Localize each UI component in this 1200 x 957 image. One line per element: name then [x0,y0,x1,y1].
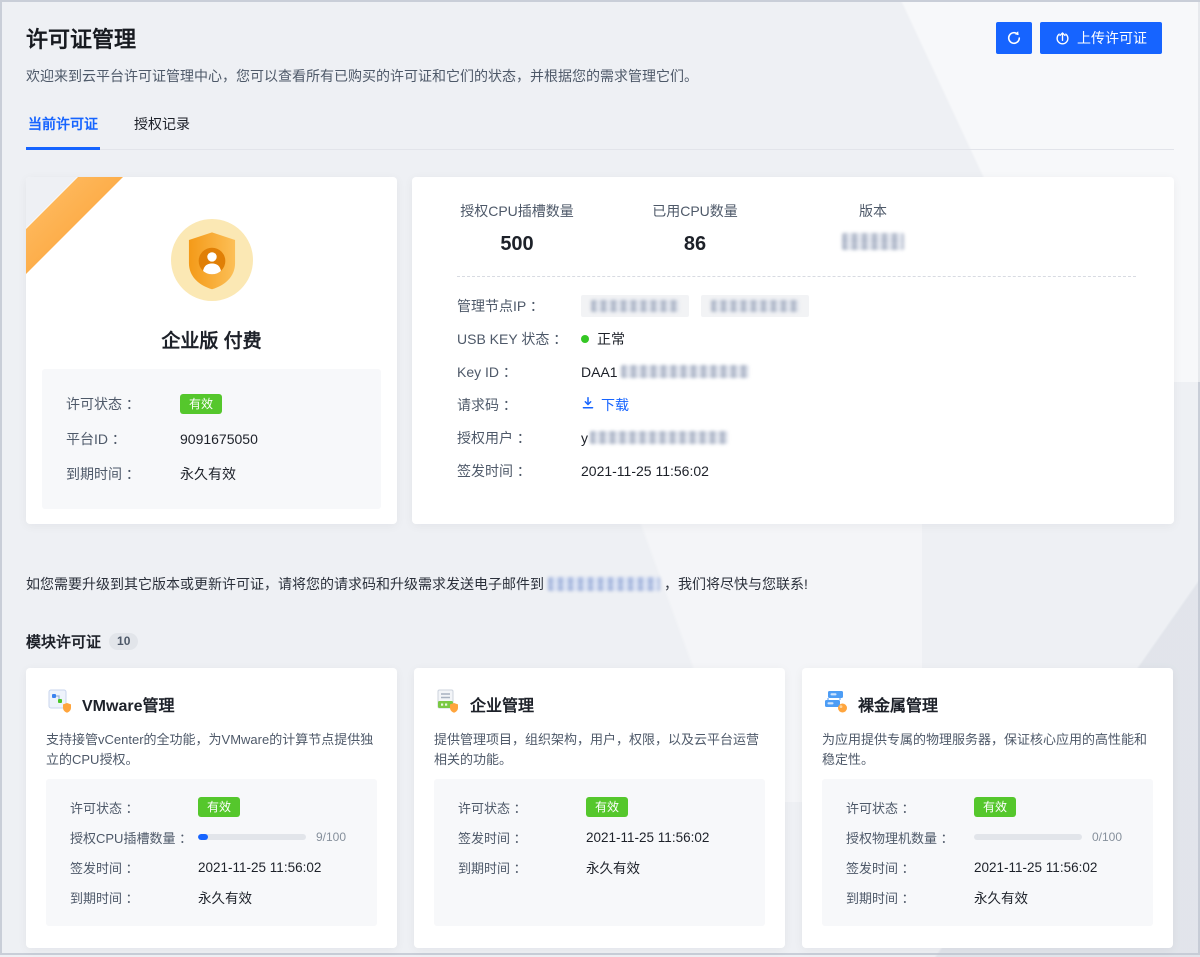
quota-progress-text: 9/100 [316,830,346,844]
download-request-code-link[interactable]: 下载 [581,395,629,415]
license-status-row: 许可状态 有效 [70,792,353,822]
upload-button-label: 上传许可证 [1077,28,1147,48]
platform-id-row: 平台ID 9091675050 [66,421,357,456]
stat-version: 版本 [813,201,933,256]
redacted-ip-value [591,300,679,312]
management-ip-row: 管理节点IP [457,289,1136,322]
module-card-baremetal: 裸金属管理 为应用提供专属的物理服务器，保证核心应用的高性能和稳定性。 许可状态… [802,668,1173,948]
platform-id-value: 9091675050 [180,431,258,447]
license-management-page: 许可证管理 欢迎来到云平台许可证管理中心，您可以查看所有已购买的许可证和它们的状… [2,2,1198,948]
authorized-user-prefix: y [581,430,588,446]
vmware-module-icon [46,688,72,719]
module-panel: 许可状态 有效 签发时间 2021-11-25 11:56:02 到期时间 永久… [434,779,765,926]
module-panel: 许可状态 有效 授权物理机数量 0/100 签发时间 2021-11-25 11… [822,779,1153,926]
status-badge: 有效 [198,797,240,817]
stat-cpu-sockets: 授权CPU插槽数量 500 [457,201,577,256]
request-code-row: 请求码 下载 [457,388,1136,421]
upload-license-button[interactable]: 上传许可证 [1040,22,1162,54]
license-status-row: 许可状态 有效 [66,386,357,421]
usb-key-status-row: USB KEY 状态 正常 [457,322,1136,355]
module-title: 裸金属管理 [858,692,938,716]
redacted-ip-value [711,300,799,312]
module-license-cards: VMware管理 支持接管vCenter的全功能，为VMware的计算节点提供独… [26,668,1174,948]
module-title: VMware管理 [82,692,174,716]
module-card-vmware: VMware管理 支持接管vCenter的全功能，为VMware的计算节点提供独… [26,668,397,948]
quota-row: 授权物理机数量 0/100 [846,822,1129,852]
issue-time-row: 签发时间 2021-11-25 11:56:02 [458,822,741,852]
divider [457,276,1136,277]
status-dot-green [581,335,589,343]
expire-time-row: 到期时间 永久有效 [70,882,353,912]
download-icon [581,396,595,413]
license-status-row: 许可状态 有效 [458,792,741,822]
license-overview-row: 企业版 付费 许可状态 有效 平台ID 9091675050 到期时间 永久有效 [26,177,1174,524]
status-badge: 有效 [974,797,1016,817]
status-badge: 有效 [586,797,628,817]
stat-used-cpu: 已用CPU数量 86 [635,201,755,256]
refresh-icon [1006,30,1022,46]
license-edition: 企业版 付费 [26,326,397,353]
module-title: 企业管理 [470,692,534,716]
upload-icon [1055,31,1070,46]
expire-time-value: 永久有效 [180,464,236,484]
quota-row: 授权CPU插槽数量 9/100 [70,822,353,852]
tab-bar: 当前许可证 授权记录 [26,114,1174,150]
page-subtitle: 欢迎来到云平台许可证管理中心，您可以查看所有已购买的许可证和它们的状态，并根据您… [26,66,1174,86]
key-id-row: Key ID DAA1 [457,355,1136,388]
tab-current-license[interactable]: 当前许可证 [26,114,100,150]
module-licenses-title: 模块许可证 [26,631,101,652]
redacted-user-value [590,431,728,444]
module-count-badge: 10 [109,633,138,650]
usb-key-status-value: 正常 [597,329,625,349]
module-card-enterprise: 企业管理 提供管理项目，组织架构，用户，权限，以及云平台运营相关的功能。 许可状… [414,668,785,948]
license-stats: 授权CPU插槽数量 500 已用CPU数量 86 版本 [457,201,1136,256]
baremetal-module-icon [822,688,848,719]
enterprise-module-icon [434,688,460,719]
authorized-user-row: 授权用户 y [457,421,1136,454]
module-description: 提供管理项目，组织架构，用户，权限，以及云平台运营相关的功能。 [434,730,765,770]
issue-time-value: 2021-11-25 11:56:02 [581,463,709,479]
module-panel: 许可状态 有效 授权CPU插槽数量 9/100 签发时间 2021-11-25 … [46,779,377,926]
license-detail-card: 授权CPU插槽数量 500 已用CPU数量 86 版本 管理节点IP [412,177,1174,524]
redacted-key-id-value [621,365,749,378]
management-ip-tag [701,295,809,317]
issue-time-row: 签发时间 2021-11-25 11:56:02 [846,852,1129,882]
quota-progress-bar [198,834,306,840]
quota-progress-bar [974,834,1082,840]
status-badge: 有效 [180,394,222,414]
module-description: 为应用提供专属的物理服务器，保证核心应用的高性能和稳定性。 [822,730,1153,770]
expire-time-row: 到期时间 永久有效 [458,852,741,882]
license-status-row: 许可状态 有效 [846,792,1129,822]
refresh-button[interactable] [996,22,1032,54]
license-summary-card: 企业版 付费 许可状态 有效 平台ID 9091675050 到期时间 永久有效 [26,177,397,524]
license-summary-panel: 许可状态 有效 平台ID 9091675050 到期时间 永久有效 [42,369,381,509]
upgrade-note: 如您需要升级到其它版本或更新许可证，请将您的请求码和升级需求发送电子邮件到 ，我… [26,574,1174,594]
expire-time-row: 到期时间 永久有效 [846,882,1129,912]
key-id-prefix: DAA1 [581,364,618,380]
redacted-version-value [842,233,904,250]
issue-time-row: 签发时间 2021-11-25 11:56:02 [457,454,1136,487]
redacted-email-value [548,577,660,591]
toolbar: 上传许可证 [996,22,1162,54]
tab-authorization-records[interactable]: 授权记录 [132,114,192,149]
module-description: 支持接管vCenter的全功能，为VMware的计算节点提供独立的CPU授权。 [46,730,377,770]
module-licenses-header: 模块许可证 10 [26,631,1174,652]
license-shield-icon [171,219,253,306]
management-ip-tag [581,295,689,317]
quota-progress-text: 0/100 [1092,830,1122,844]
issue-time-row: 签发时间 2021-11-25 11:56:02 [70,852,353,882]
download-link-label: 下载 [601,395,629,415]
expire-time-row: 到期时间 永久有效 [66,456,357,491]
